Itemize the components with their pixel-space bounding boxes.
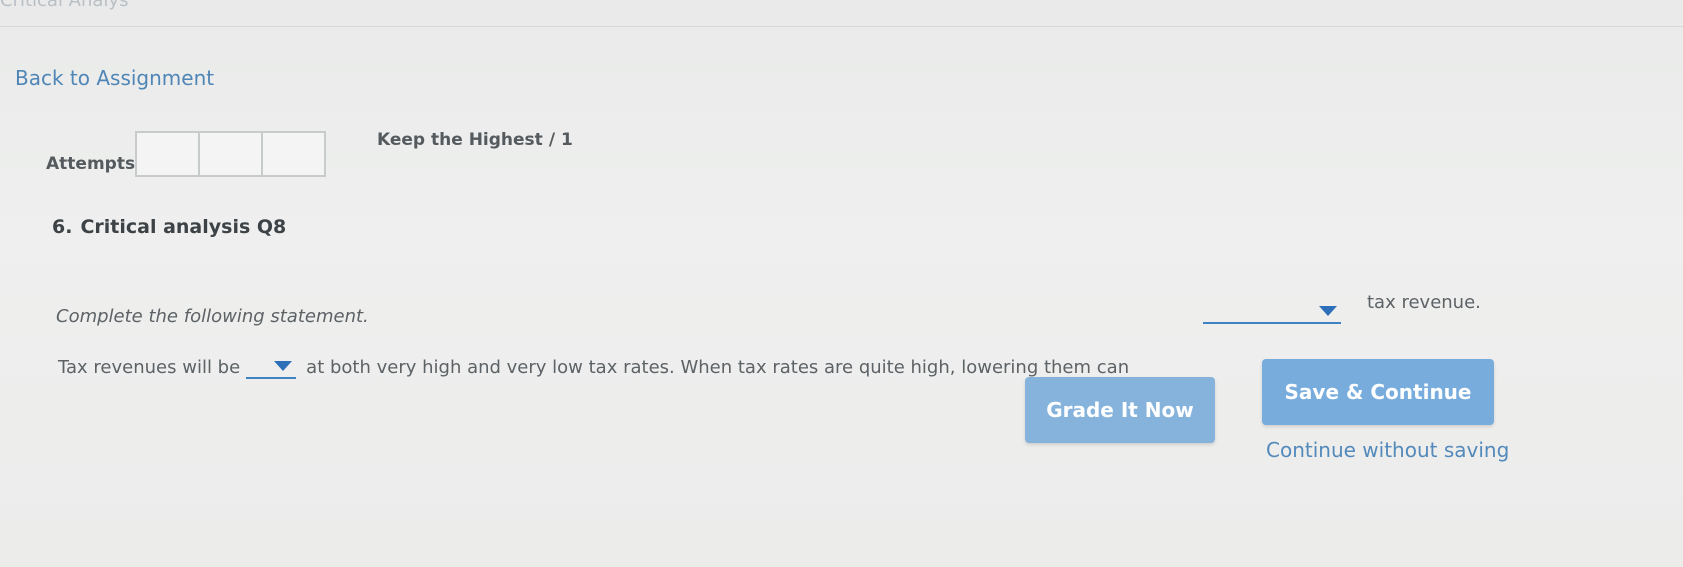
question-title: 6. Critical analysis Q8	[52, 216, 286, 238]
tax-revenue-dropdown[interactable]	[246, 355, 297, 379]
attempt-boxes	[135, 131, 326, 177]
question-number: 6.	[52, 216, 73, 238]
statement-middle: at both very high and very low tax rates…	[306, 356, 1130, 378]
statement-line-1: Tax revenues will be at both very high a…	[58, 355, 1129, 379]
grade-it-now-button[interactable]: Grade It Now	[1025, 377, 1215, 443]
question-instruction: Complete the following statement.	[56, 306, 369, 327]
attempt-box	[261, 131, 326, 177]
keep-highest-label: Keep the Highest	[377, 130, 543, 150]
caret-down-icon	[274, 361, 293, 371]
lowering-effect-dropdown[interactable]	[1203, 300, 1341, 324]
header-divider	[0, 26, 1683, 27]
back-to-assignment-link[interactable]: Back to Assignment	[15, 66, 214, 90]
breadcrumb: Critical Analys	[0, 0, 129, 11]
attempt-box	[135, 131, 200, 177]
attempt-box	[198, 131, 263, 177]
statement-suffix: tax revenue.	[1367, 292, 1481, 313]
attempts-label: Attempts	[46, 154, 136, 174]
continue-without-saving-link[interactable]: Continue without saving	[1266, 438, 1509, 462]
save-and-continue-button[interactable]: Save & Continue	[1262, 359, 1494, 425]
statement-prefix: Tax revenues will be	[58, 356, 241, 378]
question-title-text: Critical analysis Q8	[80, 216, 287, 238]
scoring-policy: Keep the Highest / 1	[377, 130, 573, 150]
max-score: / 1	[548, 130, 573, 150]
statement-line-2: tax revenue.	[1197, 292, 1481, 324]
caret-down-icon	[1319, 306, 1337, 316]
assignment-page: Critical Analys Back to Assignment Attem…	[0, 0, 1683, 567]
